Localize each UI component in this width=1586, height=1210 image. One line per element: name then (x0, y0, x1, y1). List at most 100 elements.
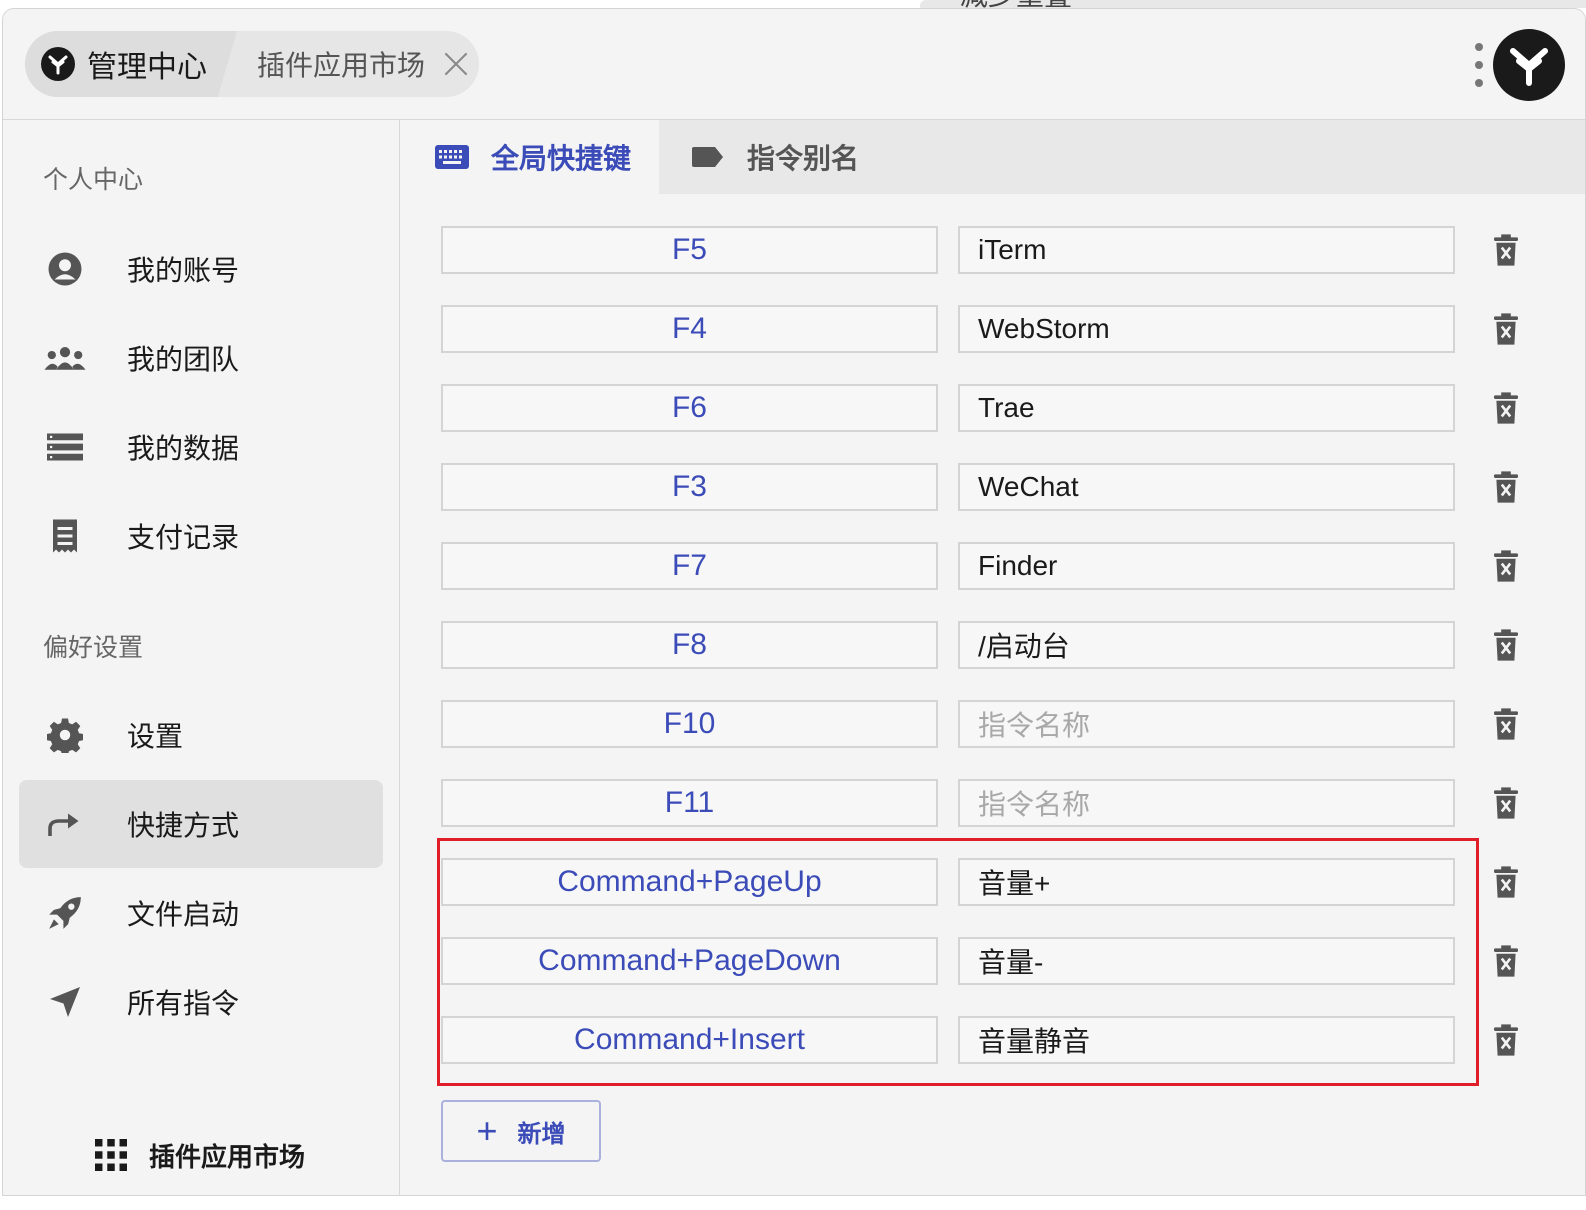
gear-icon (43, 713, 87, 757)
trash-icon (1494, 234, 1518, 266)
hotkey-row: F10 指令名称 (441, 700, 1531, 748)
delete-row-button[interactable] (1491, 785, 1521, 821)
plus-icon: + (476, 1110, 498, 1151)
command-name-input[interactable]: Trae (958, 384, 1455, 432)
tag-icon (692, 147, 723, 167)
highlight-annotation-box (437, 838, 1479, 1086)
add-hotkey-button[interactable]: + 新增 (441, 1100, 601, 1162)
sidebar-item-shortcuts[interactable]: 快捷方式 (19, 780, 383, 868)
delete-row-button[interactable] (1491, 627, 1521, 663)
section-title-personal: 个人中心 (43, 166, 144, 194)
trash-icon (1494, 945, 1518, 977)
close-icon[interactable] (443, 51, 469, 77)
trash-icon (1494, 1024, 1518, 1056)
main-panel: 全局快捷键 指令别名 F5 iTerm F4 WebStorm F6 Trae F3 WeCh… (401, 120, 1585, 1195)
hotkey-row: F3 WeChat (441, 463, 1531, 511)
hotkey-field[interactable]: F3 (441, 463, 938, 511)
sidebar-item-label: 快捷方式 (127, 810, 240, 841)
sidebar-item-label: 支付记录 (127, 522, 240, 553)
app-logo-icon (1510, 48, 1548, 86)
hotkey-field[interactable]: F4 (441, 305, 938, 353)
hotkey-field[interactable]: F6 (441, 384, 938, 432)
command-name-input[interactable]: Finder (958, 542, 1455, 590)
sidebar-item-file-launch[interactable]: 文件启动 (19, 869, 383, 957)
section-title-preferences: 偏好设置 (43, 634, 144, 662)
hotkey-row: F7 Finder (441, 542, 1531, 590)
command-name-input[interactable]: /启动台 (958, 621, 1455, 669)
keyboard-icon (435, 145, 469, 169)
sidebar-item-label: 我的账号 (127, 255, 240, 286)
sidebar-item-all-commands[interactable]: 所有指令 (19, 958, 383, 1046)
hotkey-field[interactable]: F5 (441, 226, 938, 274)
receipt-icon (43, 514, 87, 558)
hotkey-row: F4 WebStorm (441, 305, 1531, 353)
data-list-icon (43, 425, 87, 469)
app-logo-icon (41, 47, 75, 81)
delete-row-button[interactable] (1491, 1022, 1521, 1058)
account-circle-icon (43, 247, 87, 291)
tab-command-alias[interactable]: 指令别名 (691, 120, 859, 194)
sidebar-item-payments[interactable]: 支付记录 (19, 492, 383, 580)
content-tabs: 全局快捷键 指令别名 (401, 120, 1585, 194)
delete-row-button[interactable] (1491, 548, 1521, 584)
trash-icon (1494, 866, 1518, 898)
hotkey-row: F5 iTerm (441, 226, 1531, 274)
trash-icon (1494, 629, 1518, 661)
command-name-input[interactable]: WebStorm (958, 305, 1455, 353)
tab-admin-center[interactable]: 管理中心 (25, 31, 237, 97)
send-icon (43, 980, 87, 1024)
trash-icon (1494, 550, 1518, 582)
hotkey-field[interactable]: F11 (441, 779, 938, 827)
team-icon (43, 336, 87, 380)
hotkey-field[interactable]: F7 (441, 542, 938, 590)
command-name-input[interactable]: iTerm (958, 226, 1455, 274)
hotkey-row: F8/启动台 (441, 621, 1531, 669)
tab-global-hotkeys[interactable]: 全局快捷键 (401, 120, 659, 194)
hotkey-row: F11 指令名称 (441, 779, 1531, 827)
delete-row-button[interactable] (1491, 469, 1521, 505)
plugin-market-link[interactable]: 插件应用市场 (95, 1130, 305, 1180)
window-tabs: 管理中心 插件应用市场 (25, 31, 479, 97)
sidebar-item-label: 所有指令 (127, 988, 240, 1019)
sidebar-item-settings[interactable]: 设置 (19, 691, 383, 779)
tab-plugin-market-label: 插件应用市场 (257, 50, 426, 81)
plugin-market-label: 插件应用市场 (149, 1141, 306, 1172)
sidebar-item-account[interactable]: 我的账号 (19, 225, 383, 313)
trash-icon (1494, 471, 1518, 503)
command-name-input[interactable]: 指令名称 (958, 700, 1455, 748)
trash-icon (1494, 787, 1518, 819)
sidebar: 个人中心 我的账号 我的团队 我的数据 支付记录 偏好设置 设置 快捷方式 文件… (3, 120, 400, 1195)
title-bar: 管理中心 插件应用市场 (3, 9, 1585, 120)
delete-row-button[interactable] (1491, 232, 1521, 268)
app-logo-button[interactable] (1493, 29, 1565, 101)
sidebar-item-label: 设置 (127, 721, 184, 752)
share-arrow-icon (43, 802, 87, 846)
add-hotkey-label: 新增 (517, 1120, 566, 1148)
sidebar-item-label: 我的团队 (127, 344, 240, 375)
app-window: 管理中心 插件应用市场 个人中心 我的账号 我的团队 我的数据 支付记录 偏好设… (2, 8, 1586, 1196)
sidebar-item-label: 我的数据 (127, 433, 240, 464)
trash-icon (1494, 313, 1518, 345)
sidebar-item-label: 文件启动 (127, 899, 240, 930)
tab-plugin-market[interactable]: 插件应用市场 (257, 31, 469, 97)
tab-command-alias-label: 指令别名 (747, 143, 860, 174)
trash-icon (1494, 392, 1518, 424)
tab-global-hotkeys-label: 全局快捷键 (491, 143, 632, 174)
rocket-icon (43, 891, 87, 935)
trash-icon (1494, 708, 1518, 740)
delete-row-button[interactable] (1491, 311, 1521, 347)
background-window-peek: 减少重叠 (920, 0, 1586, 11)
delete-row-button[interactable] (1491, 943, 1521, 979)
hotkey-row: F6 Trae (441, 384, 1531, 432)
tab-admin-center-label: 管理中心 (87, 51, 207, 84)
hotkey-field[interactable]: F10 (441, 700, 938, 748)
more-options-icon[interactable] (1473, 43, 1485, 87)
hotkey-field[interactable]: F8 (441, 621, 938, 669)
sidebar-item-team[interactable]: 我的团队 (19, 314, 383, 402)
delete-row-button[interactable] (1491, 706, 1521, 742)
command-name-input[interactable]: 指令名称 (958, 779, 1455, 827)
delete-row-button[interactable] (1491, 390, 1521, 426)
sidebar-item-data[interactable]: 我的数据 (19, 403, 383, 491)
delete-row-button[interactable] (1491, 864, 1521, 900)
command-name-input[interactable]: WeChat (958, 463, 1455, 511)
